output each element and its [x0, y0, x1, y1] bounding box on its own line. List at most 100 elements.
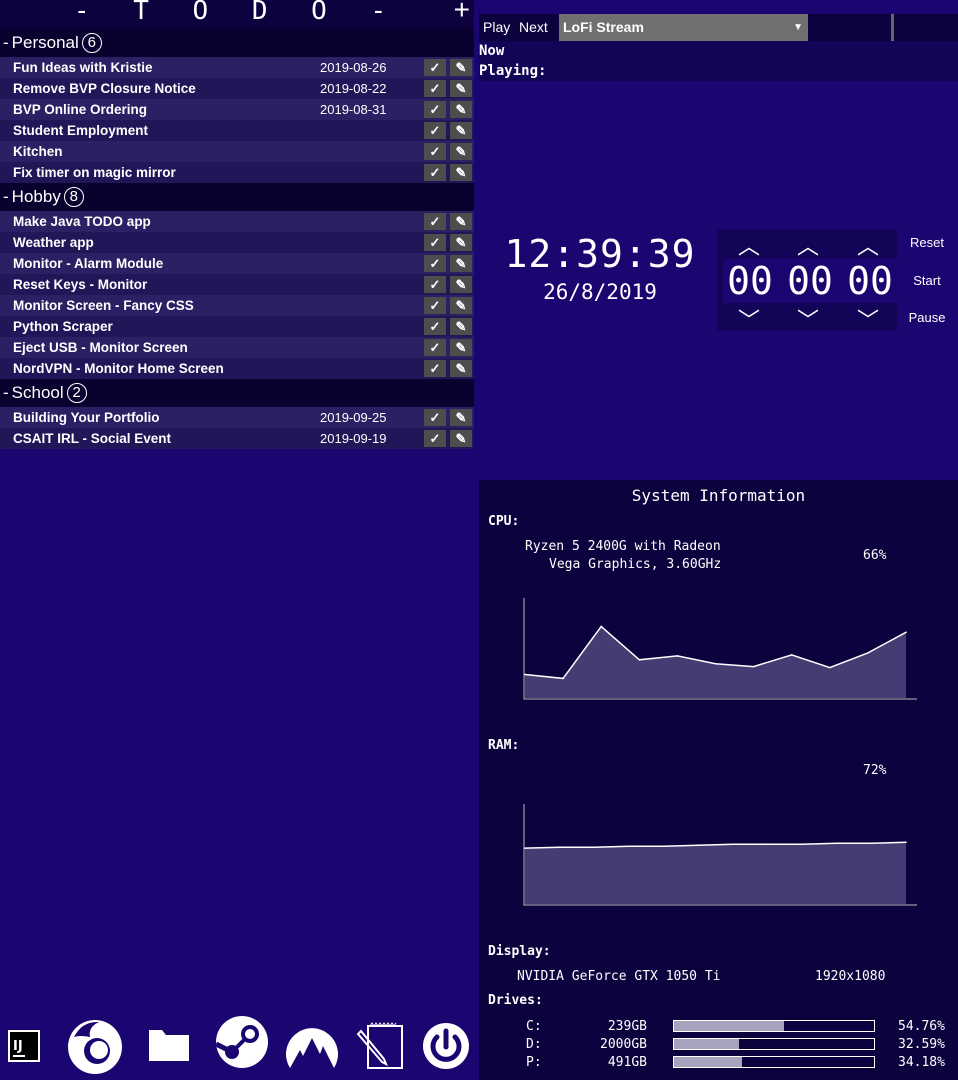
seconds-up-arrow-icon[interactable]: ︿ — [838, 229, 898, 261]
ram-chart-data-point — [801, 843, 803, 846]
complete-checkmark-icon[interactable]: ✓ — [424, 213, 446, 230]
collapse-toggle[interactable]: - — [3, 33, 9, 53]
category-header[interactable]: - Hobby 8 — [0, 183, 474, 211]
add-todo-button[interactable]: + — [454, 0, 470, 26]
complete-checkmark-icon[interactable]: ✓ — [424, 360, 446, 377]
volume-slider-handle[interactable] — [891, 14, 894, 41]
todo-item: Monitor Screen - Fancy CSS ✓ ✎ — [0, 295, 474, 316]
timer-seconds: 00 — [847, 259, 893, 303]
hours-down-arrow-icon[interactable]: ﹀ — [719, 303, 779, 335]
svg-text:IJ: IJ — [13, 1039, 23, 1054]
todo-item-name: Python Scraper — [13, 319, 113, 334]
complete-checkmark-icon[interactable]: ✓ — [424, 276, 446, 293]
ram-chart-data-point — [732, 843, 734, 846]
timer-reset-button[interactable]: Reset — [900, 235, 954, 250]
power-icon[interactable] — [422, 1022, 470, 1075]
edit-pencil-icon[interactable]: ✎ — [450, 101, 472, 118]
category-name: School — [11, 383, 64, 402]
category-header[interactable]: - Personal 6 — [0, 29, 474, 57]
edit-pencil-icon[interactable]: ✎ — [450, 339, 472, 356]
edit-pencil-icon[interactable]: ✎ — [450, 213, 472, 230]
cpu-name-line1: Ryzen 5 2400G with Radeon — [525, 539, 721, 554]
edit-pencil-icon[interactable]: ✎ — [450, 430, 472, 447]
drive-letter: D: — [526, 1037, 542, 1052]
edit-pencil-icon[interactable]: ✎ — [450, 255, 472, 272]
seconds-down-arrow-icon[interactable]: ﹀ — [838, 303, 898, 335]
todo-list: - Personal 6 Fun Ideas with Kristie 2019-08… — [0, 29, 474, 449]
timer-pause-button[interactable]: Pause — [900, 310, 954, 325]
category-name: Personal — [11, 33, 79, 52]
display-label: Display: — [488, 944, 551, 959]
stream-select[interactable]: LoFi Stream ▼ — [559, 14, 808, 41]
app-dock: IJ — [0, 1010, 474, 1080]
minutes-up-arrow-icon[interactable]: ︿ — [778, 229, 838, 261]
nordvpn-icon[interactable] — [286, 1024, 338, 1075]
todo-title: - T O D O - — [73, 0, 401, 26]
edit-pencil-icon[interactable]: ✎ — [450, 164, 472, 181]
minutes-down-arrow-icon[interactable]: ﹀ — [778, 303, 838, 335]
todo-item-name: NordVPN - Monitor Home Screen — [13, 361, 224, 376]
folder-icon[interactable] — [148, 1026, 190, 1067]
edit-pencil-icon[interactable]: ✎ — [450, 234, 472, 251]
category-items: Building Your Portfolio 2019-09-25 ✓ ✎ CSAIT… — [0, 407, 474, 449]
edit-pencil-icon[interactable]: ✎ — [450, 318, 472, 335]
now-playing: Now Playing: — [479, 41, 958, 81]
todo-item-name: BVP Online Ordering — [13, 102, 148, 117]
complete-checkmark-icon[interactable]: ✓ — [424, 255, 446, 272]
cpu-chart-data-point — [562, 677, 564, 680]
cpu-name-line2: Vega Graphics, 3.60GHz — [549, 557, 722, 572]
collapse-toggle[interactable]: - — [3, 187, 9, 207]
complete-checkmark-icon[interactable]: ✓ — [424, 59, 446, 76]
edit-pencil-icon[interactable]: ✎ — [450, 143, 472, 160]
cpu-percent: 66% — [863, 548, 887, 563]
edit-pencil-icon[interactable]: ✎ — [450, 297, 472, 314]
complete-checkmark-icon[interactable]: ✓ — [424, 339, 446, 356]
ram-chart-data-point — [766, 843, 769, 846]
complete-checkmark-icon[interactable]: ✓ — [424, 297, 446, 314]
ram-chart-data-point — [628, 845, 630, 847]
intellij-icon[interactable]: IJ — [8, 1030, 40, 1067]
edit-pencil-icon[interactable]: ✎ — [450, 80, 472, 97]
drive-usage-fill — [674, 1057, 743, 1067]
edit-pencil-icon[interactable]: ✎ — [450, 360, 472, 377]
complete-checkmark-icon[interactable]: ✓ — [424, 80, 446, 97]
complete-checkmark-icon[interactable]: ✓ — [424, 143, 446, 160]
todo-item: Building Your Portfolio 2019-09-25 ✓ ✎ — [0, 407, 474, 428]
now-label: Now — [479, 43, 505, 59]
edit-pencil-icon[interactable]: ✎ — [450, 409, 472, 426]
cpu-chart-data-point — [638, 658, 641, 661]
todo-item: Fun Ideas with Kristie 2019-08-26 ✓ ✎ — [0, 57, 474, 78]
cpu-chart-data-point — [790, 654, 793, 656]
firefox-icon[interactable] — [66, 1017, 124, 1080]
todo-item-name: Monitor Screen - Fancy CSS — [13, 298, 194, 313]
todo-item-name: Weather app — [13, 235, 94, 250]
clock-time: 12:39:39 — [504, 232, 696, 276]
todo-item-name: Kitchen — [13, 144, 63, 159]
play-button[interactable]: Play — [483, 19, 510, 35]
collapse-toggle[interactable]: - — [3, 383, 9, 403]
category-header[interactable]: - School 2 — [0, 379, 474, 407]
edit-pencil-icon[interactable]: ✎ — [450, 276, 472, 293]
complete-checkmark-icon[interactable]: ✓ — [424, 122, 446, 139]
edit-pencil-icon[interactable]: ✎ — [450, 59, 472, 76]
edit-pencil-icon[interactable]: ✎ — [450, 122, 472, 139]
timer-start-button[interactable]: Start — [900, 273, 954, 288]
timer-hours: 00 — [727, 259, 773, 303]
complete-checkmark-icon[interactable]: ✓ — [424, 234, 446, 251]
drive-percent: 32.59% — [898, 1037, 945, 1052]
notepad-icon[interactable] — [356, 1022, 404, 1075]
complete-checkmark-icon[interactable]: ✓ — [424, 318, 446, 335]
hours-up-arrow-icon[interactable]: ︿ — [719, 229, 779, 261]
music-player: Play Next LoFi Stream ▼ — [479, 14, 958, 41]
complete-checkmark-icon[interactable]: ✓ — [424, 409, 446, 426]
ram-chart-area-fill — [525, 842, 906, 904]
complete-checkmark-icon[interactable]: ✓ — [424, 101, 446, 118]
complete-checkmark-icon[interactable]: ✓ — [424, 164, 446, 181]
steam-icon[interactable] — [214, 1014, 270, 1075]
next-button[interactable]: Next — [519, 19, 548, 35]
cpu-chart-area-fill — [525, 626, 906, 698]
todo-item-name: Monitor - Alarm Module — [13, 256, 164, 271]
complete-checkmark-icon[interactable]: ✓ — [424, 430, 446, 447]
todo-item: Python Scraper ✓ ✎ — [0, 316, 474, 337]
ram-usage-chart — [523, 804, 917, 906]
